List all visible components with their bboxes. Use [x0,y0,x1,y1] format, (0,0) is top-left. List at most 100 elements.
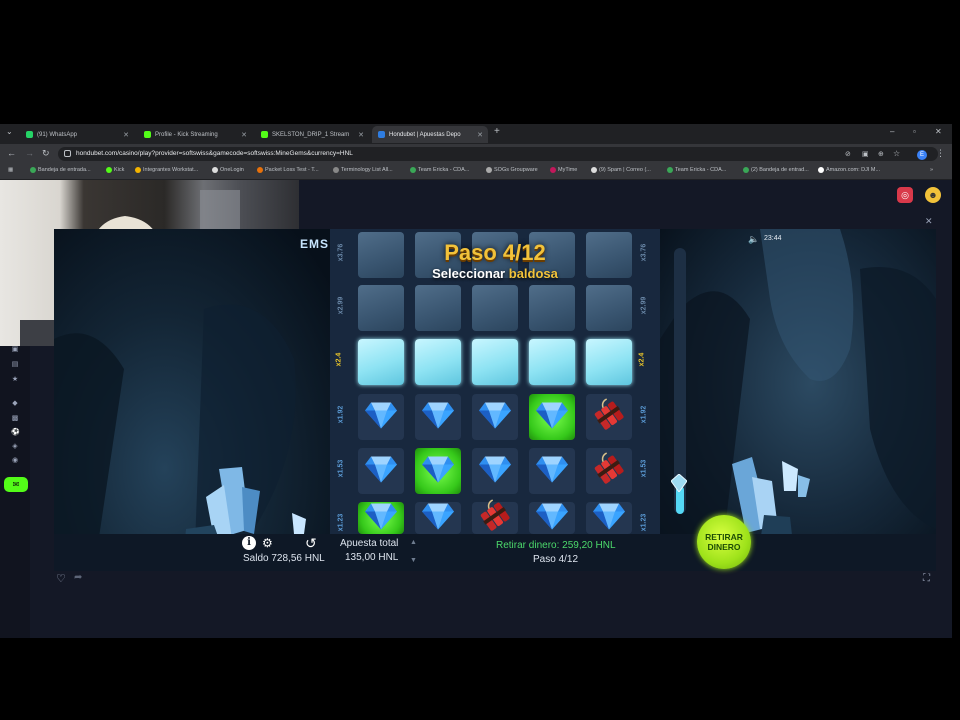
bookmark-star-icon[interactable]: ☆ [893,149,900,158]
minimize-icon[interactable]: – [890,127,894,136]
user-avatar[interactable]: ☻ [925,187,941,203]
sidebar-sports-icon[interactable]: ⚽ [11,429,20,437]
tile-hidden[interactable] [529,339,575,385]
total-bet-value: 135,00 HNL [345,552,399,563]
tile-gem [415,394,461,440]
bookmark-item[interactable]: MyTime [550,167,577,173]
bookmark-icon [257,167,263,173]
game-logo-fragment: EMS [300,237,330,251]
close-tab-icon[interactable]: ✕ [123,131,129,139]
tile-hidden[interactable] [358,339,404,385]
maximize-icon[interactable]: ▫ [913,127,916,136]
bookmark-item[interactable]: Integrantes Workstat... [135,167,198,173]
profile-avatar[interactable]: E [917,150,927,160]
apps-grid-icon[interactable]: ▦ [8,167,13,173]
forward-icon[interactable]: → [25,148,34,158]
tile-hidden[interactable] [472,339,518,385]
sidebar-games-icon[interactable]: ◆ [11,400,19,408]
sidebar-live-icon[interactable]: ▩ [11,415,19,423]
amazon-icon [818,167,824,173]
bookmark-item[interactable]: SOGs Groupware [486,167,538,173]
sidebar-promo-icon[interactable]: ◈ [11,443,19,451]
tile-gem [472,448,518,494]
bookmark-item[interactable]: Bandeja de entrada... [30,167,91,173]
row-multiplier-left: x2.99 [337,296,345,315]
cashout-button[interactable]: RETIRAR DINERO [697,515,751,569]
address-bar[interactable]: hondubet.com/casino/play?provider=softsw… [58,147,938,161]
step-indicator: Paso 4/12 [533,554,579,565]
share-icon[interactable]: ➦ [74,572,82,583]
reload-icon[interactable]: ↻ [42,148,50,159]
mail-icon [30,167,36,173]
tile-hidden[interactable] [415,339,461,385]
more-bookmarks-icon[interactable]: » [930,167,933,173]
row-multiplier-right: x1.53 [640,459,648,478]
eye-off-icon[interactable]: ⊘ [845,150,851,158]
bookmark-item[interactable]: Amazon.com: DJI M... [818,167,880,173]
gem-icon [365,401,397,434]
tile-hidden [415,285,461,331]
tile-hidden [358,232,404,278]
bookmark-item[interactable]: Kick [106,167,124,173]
back-icon[interactable]: ← [7,148,16,158]
bookmark-item[interactable]: Team Ericka - CDA... [667,167,726,173]
tab-search-icon[interactable]: ⌄ [6,127,13,136]
gem-icon [479,401,511,434]
gem-icon [365,455,397,488]
gem-icon [536,401,568,434]
bookmark-item[interactable]: (9) Spam | Correo (... [591,167,651,173]
bet-decrease-icon[interactable]: ▼ [410,557,417,564]
game-bottom-bar [54,534,936,571]
balance-display: Saldo 728,56 HNL [243,553,325,564]
chat-button[interactable]: ✉ [4,477,28,492]
row-multiplier-right: x1.23 [640,513,648,532]
tile-gem [586,502,632,534]
settings-icon[interactable]: ⚙ [262,536,273,550]
close-icon[interactable]: ✕ [925,216,933,227]
onelogin-icon [212,167,218,173]
row-multiplier-right: x3.76 [640,243,648,262]
zoom-icon[interactable]: ⊕ [878,150,884,158]
new-tab-button[interactable]: + [494,126,500,137]
sidebar-slots-icon[interactable]: ▤ [11,361,19,369]
bookmark-item[interactable]: Packet Loss Test - T... [257,167,319,173]
cave-background-left [54,229,330,571]
sidebar-favorites-icon[interactable]: ★ [11,376,19,384]
kick-icon [106,167,112,173]
target-icon[interactable]: ◎ [897,187,913,203]
fullscreen-icon[interactable]: ⛶ [923,573,930,584]
kick-icon [261,131,268,138]
url-text: hondubet.com/casino/play?provider=softsw… [76,150,353,157]
tile-hidden [472,285,518,331]
tab-hondubet[interactable]: Hondubet | Apuestas Depo ✕ [372,126,488,143]
sidebar-casino-icon[interactable]: ▣ [11,346,19,354]
info-icon[interactable]: i [242,536,256,550]
close-tab-icon[interactable]: ✕ [477,131,483,139]
step-title: Paso 4/12 [444,240,546,265]
bookmark-item[interactable]: Team Ericka - CDA... [410,167,469,173]
bet-increase-icon[interactable]: ▲ [410,539,417,546]
tile-hidden[interactable] [586,339,632,385]
total-bet-label: Apuesta total [340,538,399,549]
history-icon[interactable]: ↺ [305,535,317,552]
tab-whatsapp[interactable]: (91) WhatsApp ✕ [20,126,134,143]
close-tab-icon[interactable]: ✕ [241,131,247,139]
tab-kick-profile[interactable]: Profile - Kick Streaming ✕ [138,126,252,143]
sound-icon[interactable]: 🔈 [748,234,759,245]
bookmark-item[interactable]: (2) Bandeja de entrad... [743,167,809,173]
gem-icon [593,502,625,535]
row-multiplier-right: x2.99 [640,296,648,315]
close-window-icon[interactable]: ✕ [935,127,942,136]
heart-icon[interactable]: ♡ [56,572,66,585]
bookmark-item[interactable]: Terminology List All... [333,167,393,173]
close-tab-icon[interactable]: ✕ [358,131,364,139]
install-icon[interactable]: ▣ [862,150,869,158]
bookmark-icon [333,167,339,173]
sidebar-support-icon[interactable]: ◉ [11,457,19,465]
site-info-icon[interactable] [64,150,71,157]
tile-gem [415,448,461,494]
bookmark-item[interactable]: OneLogin [212,167,244,173]
tab-kick-stream[interactable]: SKELSTON_DRIP_1 Stream ✕ [255,126,369,143]
menu-kebab-icon[interactable]: ⋮ [936,148,945,159]
mail-icon [591,167,597,173]
